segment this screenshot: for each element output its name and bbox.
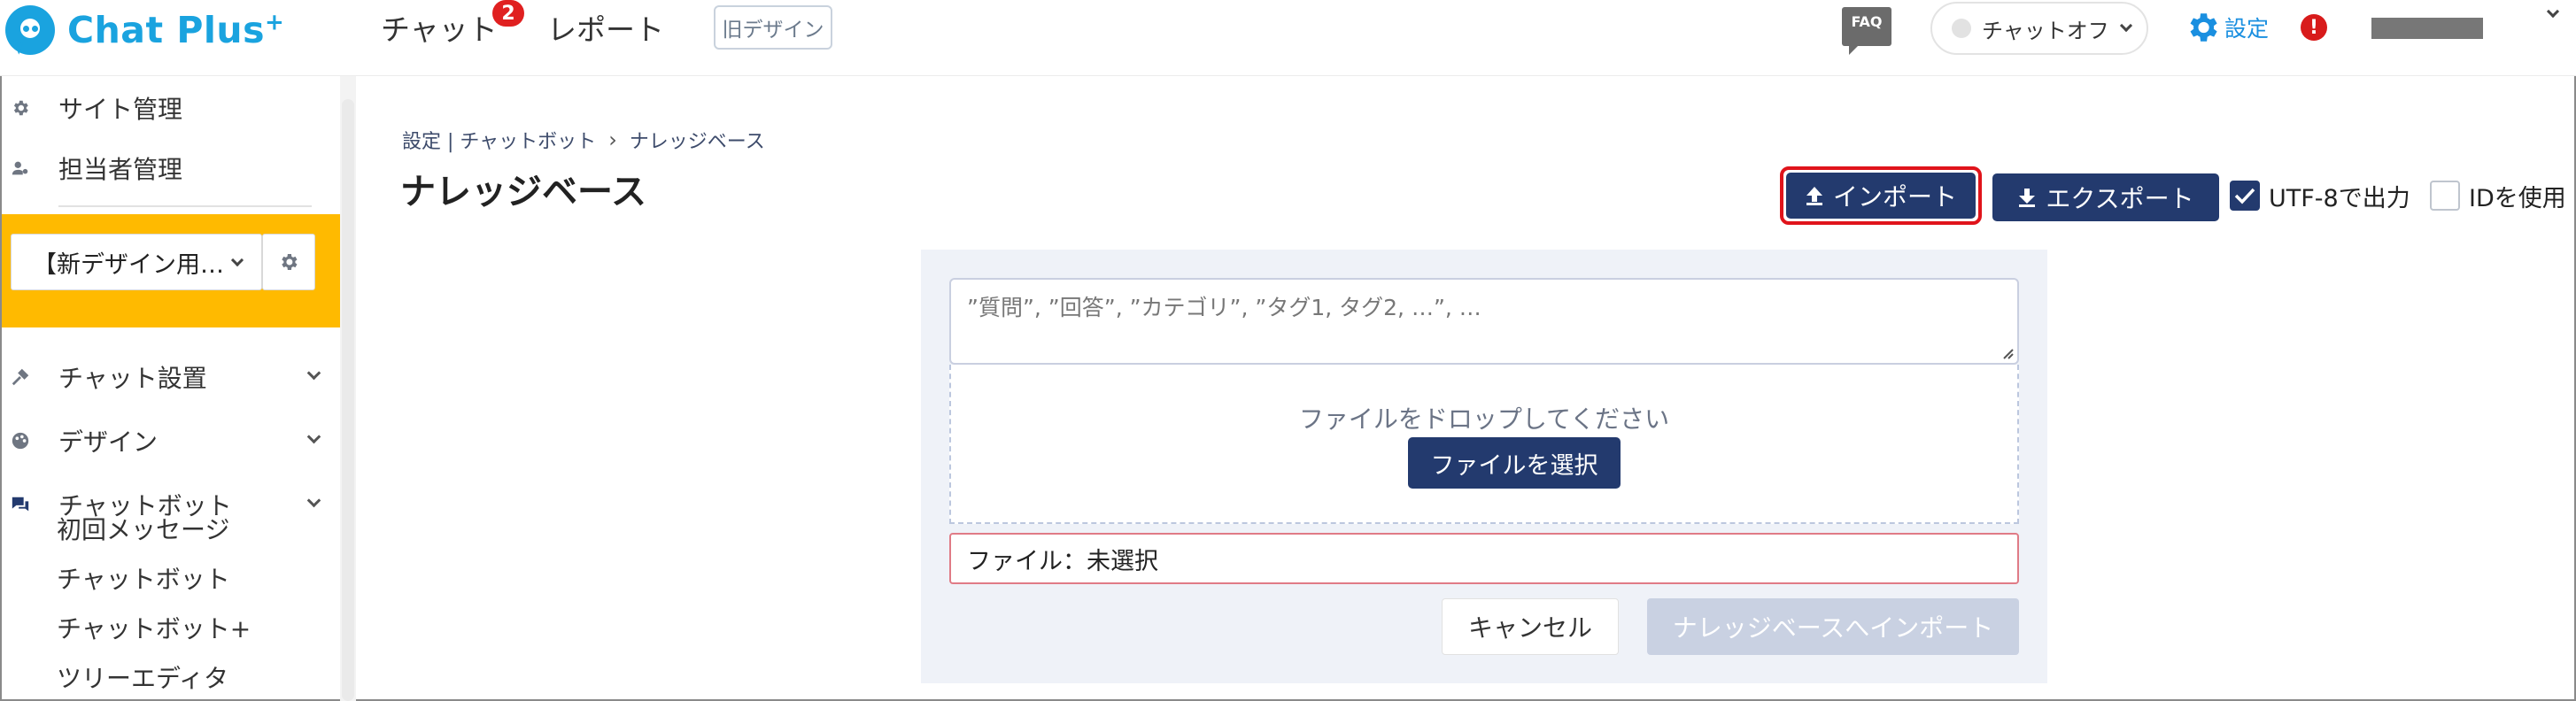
sidebar: サイト管理 担当者管理 【新デザイン用… チャット設置 デザイン チャットボット… bbox=[2, 76, 340, 699]
import-button-highlight: インポート bbox=[1780, 166, 1982, 225]
use-id-checkbox[interactable] bbox=[2430, 181, 2460, 211]
export-button[interactable]: エクスポート bbox=[1992, 173, 2219, 221]
textarea-placeholder: ”質問”, ”回答”, ”カテゴリ”, ”タグ1, タグ2, …”, … bbox=[967, 295, 1481, 320]
select-file-button[interactable]: ファイルを選択 bbox=[1408, 437, 1621, 489]
file-dropzone[interactable]: ファイルをドロップしてください ファイルを選択 bbox=[949, 365, 2019, 524]
sidebar-item-chat-settings[interactable]: チャット設置 bbox=[2, 350, 338, 404]
comments-icon bbox=[9, 493, 32, 516]
gear-small-icon bbox=[9, 96, 32, 119]
tools-icon bbox=[9, 366, 32, 389]
utf8-checkbox[interactable] bbox=[2230, 181, 2260, 211]
sidebar-item-label: 担当者管理 bbox=[58, 155, 183, 184]
breadcrumb-separator: › bbox=[608, 127, 617, 152]
chat-status-label: チャットオフ bbox=[1982, 18, 2109, 43]
cancel-button[interactable]: キャンセル bbox=[1442, 598, 1619, 655]
chevron-down-icon bbox=[306, 429, 321, 444]
sidebar-subitem-first-message[interactable]: 初回メッセージ bbox=[57, 506, 229, 551]
drop-instruction: ファイルをドロップしてください bbox=[1298, 404, 1670, 434]
chatplus-logo[interactable]: Chat Plus+ bbox=[5, 4, 284, 57]
sidebar-item-label: サイト管理 bbox=[58, 95, 183, 124]
sidebar-subitem-tree-editor[interactable]: ツリーエディタ bbox=[57, 655, 228, 699]
sidebar-subitem-chatbot-plus[interactable]: チャットボット+ bbox=[57, 605, 251, 650]
old-design-button[interactable]: 旧デザイン bbox=[714, 5, 832, 50]
use-id-label[interactable]: IDを使用 bbox=[2469, 179, 2566, 213]
chevron-down-icon bbox=[230, 253, 244, 267]
site-settings-button[interactable] bbox=[262, 234, 315, 290]
top-header: Chat Plus+ チャット 2 レポート 旧デザイン FAQ チャットオフ … bbox=[0, 0, 2576, 76]
utf8-label[interactable]: UTF-8で出力 bbox=[2269, 179, 2410, 213]
breadcrumb: 設定 | チャットボット › ナレッジベース bbox=[402, 126, 765, 154]
sidebar-item-label: デザイン bbox=[58, 428, 159, 457]
user-menu-chevron-icon[interactable] bbox=[2546, 4, 2560, 19]
upload-icon bbox=[1806, 187, 1822, 205]
sidebar-divider bbox=[58, 205, 312, 207]
settings-link[interactable]: 設定 bbox=[2184, 7, 2269, 48]
resize-handle-icon[interactable] bbox=[2001, 347, 2014, 359]
status-dot-icon bbox=[1952, 19, 1971, 38]
alert-icon[interactable]: ! bbox=[2301, 14, 2327, 41]
file-status-field: ファイル：未選択 bbox=[949, 533, 2019, 584]
import-button[interactable]: インポート bbox=[1786, 173, 1976, 219]
logo-text: Chat Plus+ bbox=[67, 9, 285, 51]
import-panel: ”質問”, ”回答”, ”カテゴリ”, ”タグ1, タグ2, …”, … ファイ… bbox=[921, 250, 2047, 683]
export-label: エクスポート bbox=[2046, 184, 2194, 213]
chat-count-badge: 2 bbox=[492, 0, 524, 27]
breadcrumb-settings-chatbot[interactable]: 設定 | チャットボット bbox=[402, 126, 596, 154]
sidebar-subitem-chatbot[interactable]: チャットボット bbox=[57, 556, 230, 600]
faq-icon[interactable]: FAQ bbox=[1842, 7, 1891, 55]
user-gear-icon bbox=[9, 157, 32, 180]
site-select-dropdown[interactable]: 【新デザイン用… bbox=[11, 234, 262, 290]
gear-icon bbox=[282, 254, 298, 270]
chevron-down-icon bbox=[2119, 19, 2132, 33]
csv-textarea[interactable]: ”質問”, ”回答”, ”カテゴリ”, ”タグ1, タグ2, …”, … bbox=[949, 278, 2019, 365]
import-label: インポート bbox=[1832, 182, 1957, 212]
chevron-down-icon bbox=[306, 366, 321, 381]
download-icon bbox=[2019, 189, 2036, 207]
chat-bubble-icon bbox=[5, 5, 55, 55]
sidebar-item-design[interactable]: デザイン bbox=[2, 414, 338, 467]
chat-status-dropdown[interactable]: チャットオフ bbox=[1930, 2, 2148, 55]
nav-chat[interactable]: チャット bbox=[381, 0, 498, 55]
nav-report[interactable]: レポート bbox=[547, 0, 664, 55]
settings-label: 設定 bbox=[2224, 16, 2270, 42]
page-title: ナレッジベース bbox=[400, 172, 646, 212]
sidebar-item-label: チャット設置 bbox=[58, 364, 207, 393]
gear-icon bbox=[2190, 13, 2217, 42]
chevron-down-icon bbox=[306, 493, 321, 508]
sidebar-scrollbar-thumb[interactable] bbox=[342, 99, 354, 701]
palette-icon bbox=[9, 429, 32, 452]
breadcrumb-current: ナレッジベース bbox=[629, 131, 765, 153]
sidebar-item-staff-manage[interactable]: 担当者管理 bbox=[2, 142, 338, 195]
sidebar-item-site-manage[interactable]: サイト管理 bbox=[2, 81, 338, 135]
site-select-value: 【新デザイン用… bbox=[33, 250, 224, 279]
user-name[interactable] bbox=[2371, 18, 2483, 39]
import-to-knowledgebase-button[interactable]: ナレッジベースへインポート bbox=[1647, 598, 2019, 655]
site-selector-box: 【新デザイン用… bbox=[2, 214, 340, 327]
checkmark-icon bbox=[2234, 188, 2255, 204]
